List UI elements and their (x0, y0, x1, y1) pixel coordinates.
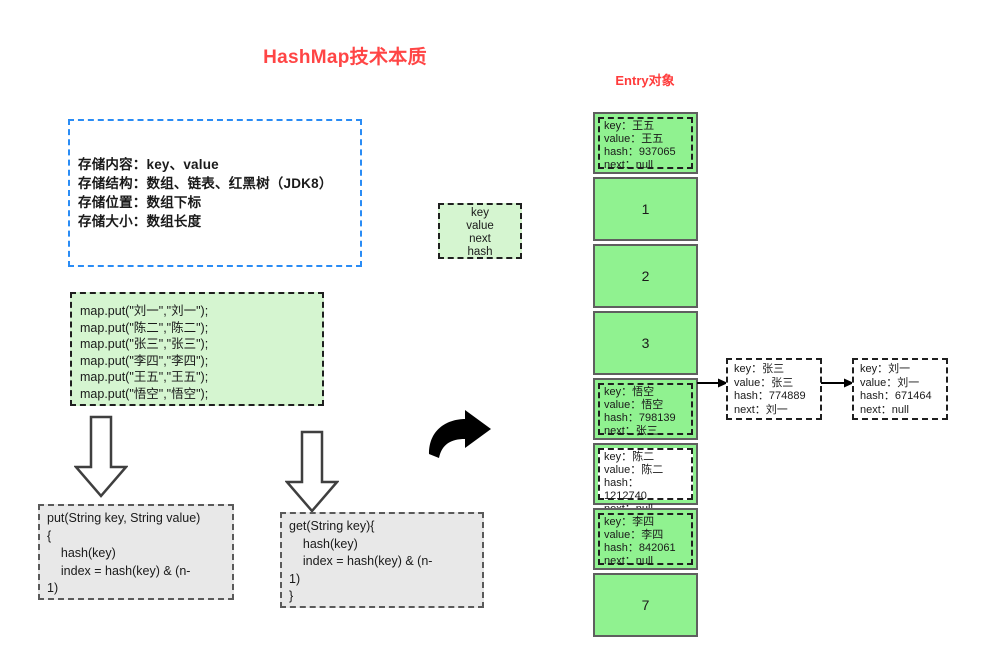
entry-key: key：陈二 (604, 451, 655, 463)
info-line-size: 存储大小：数组长度 (78, 214, 202, 229)
cell-index-label: 2 (641, 268, 650, 284)
entry-key: key：李四 (604, 516, 655, 528)
entry-key: key：悟空 (604, 386, 655, 398)
hash-array-cell-5[interactable]: key：陈二 value：陈二 hash： 1212740 next：null (593, 443, 698, 515)
entry-node-wangwu: key：王五 value：王五 hash：937065 next：null (598, 117, 693, 171)
entry-hash: hash：842061 (604, 542, 676, 554)
entry-node-chener: key：陈二 value：陈二 hash： 1212740 next：null (598, 448, 693, 515)
entry-fields-list: key value next hash (438, 207, 522, 259)
entry-key: key：刘一 (860, 363, 911, 375)
entry-next: next：null (604, 555, 653, 567)
hash-array: key：王五 value：王五 hash：937065 next：null 1 … (593, 112, 698, 640)
code-line: map.put("刘一","刘一"); (80, 304, 209, 318)
code-line: map.put("悟空","悟空"); (80, 386, 209, 401)
info-line-content: 存储内容：key、value (78, 157, 219, 172)
entry-hash: hash：798139 (604, 412, 676, 424)
hash-array-cell-1[interactable]: 1 (593, 177, 698, 241)
entry-field-key: key (471, 207, 489, 219)
entry-object-title: Entry对象 (615, 73, 675, 88)
down-arrow-to-get-icon (285, 430, 339, 513)
hash-array-cell-3[interactable]: 3 (593, 311, 698, 375)
info-line-position: 存储位置：数组下标 (78, 195, 202, 210)
entry-field-hash: hash (467, 246, 493, 258)
entry-hash-overflow: 1212740 (604, 490, 647, 502)
entry-key: key：张三 (734, 363, 785, 375)
link-arrow-to-zhangsan-icon (697, 378, 728, 388)
code-line: map.put("张三","张三"); (80, 337, 209, 351)
curved-right-arrow-icon (429, 410, 491, 458)
put-method-box: put(String key, String value) { hash(key… (38, 504, 234, 600)
entry-value: value：王五 (604, 133, 664, 145)
entry-hash: hash：937065 (604, 146, 676, 158)
entry-hash: hash： (604, 477, 639, 489)
entry-next: next：null (604, 159, 653, 171)
code-line: map.put("李四","李四"); (80, 353, 209, 368)
entry-key: key：王五 (604, 120, 655, 132)
link-arrow-to-liuyi-icon (821, 378, 854, 388)
entry-node-wukong: key：悟空 value：悟空 hash：798139 next：张三 (598, 383, 693, 437)
cell-index-label: 3 (641, 335, 650, 351)
info-line-structure: 存储结构：数组、链表、红黑树（JDK8） (78, 176, 333, 191)
hash-array-cell-7[interactable]: 7 (593, 573, 698, 637)
entry-next: next：null (860, 403, 909, 416)
code-line: map.put("陈二","陈二"); (80, 320, 209, 335)
entry-value: value：张三 (734, 376, 794, 389)
hash-array-cell-6[interactable]: key：李四 value：李四 hash：842061 next：null (593, 508, 698, 570)
entry-field-next: next (469, 233, 491, 245)
entry-next: next：刘一 (734, 403, 788, 416)
cell-index-label: 1 (641, 201, 650, 217)
hash-array-cell-0[interactable]: key：王五 value：王五 hash：937065 next：null (593, 112, 698, 174)
down-arrow-to-put-icon (74, 415, 128, 498)
entry-value: value：陈二 (604, 464, 664, 476)
linked-node-liuyi: key：刘一 value：刘一 hash：671464 next：null (852, 358, 948, 420)
entry-hash: hash：671464 (860, 390, 932, 402)
hashmap-info-list: 存储内容：key、value 存储结构：数组、链表、红黑树（JDK8） 存储位置… (78, 155, 368, 231)
entry-value: value：李四 (604, 529, 664, 541)
entry-field-value: value (466, 220, 494, 232)
cell-index-label: 7 (641, 597, 650, 613)
hash-array-cell-4[interactable]: key：悟空 value：悟空 hash：798139 next：张三 (593, 378, 698, 440)
map-put-code-list: map.put("刘一","刘一"); map.put("陈二","陈二"); … (80, 303, 330, 402)
entry-next: next：张三 (604, 425, 658, 437)
hash-array-cell-2[interactable]: 2 (593, 244, 698, 308)
page-title: HashMap技术本质 (263, 47, 427, 68)
entry-node-lisi: key：李四 value：李四 hash：842061 next：null (598, 513, 693, 567)
code-line: map.put("王五","王五"); (80, 370, 209, 384)
entry-value: value：刘一 (860, 376, 920, 389)
entry-hash: hash：774889 (734, 390, 806, 402)
get-method-box: get(String key){ hash(key) index = hash(… (280, 512, 484, 608)
entry-value: value：悟空 (604, 399, 664, 411)
linked-node-zhangsan: key：张三 value：张三 hash：774889 next：刘一 (726, 358, 822, 420)
